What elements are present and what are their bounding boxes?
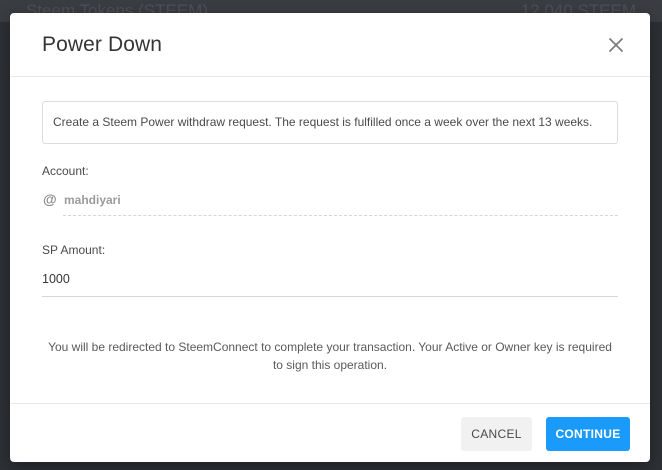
modal-footer: CANCEL CONTINUE bbox=[10, 403, 650, 462]
account-field: mahdiyari bbox=[63, 185, 618, 216]
account-value: mahdiyari bbox=[64, 193, 121, 207]
info-text: Create a Steem Power withdraw request. T… bbox=[53, 115, 593, 129]
power-down-modal: Power Down Create a Steem Power withdraw… bbox=[10, 13, 650, 462]
sp-amount-input[interactable]: 1000 bbox=[42, 266, 618, 297]
close-icon[interactable] bbox=[607, 36, 625, 54]
cancel-button[interactable]: CANCEL bbox=[461, 417, 532, 451]
sp-amount-label: SP Amount: bbox=[42, 243, 106, 257]
continue-button[interactable]: CONTINUE bbox=[546, 417, 630, 451]
info-box: Create a Steem Power withdraw request. T… bbox=[42, 101, 618, 144]
at-icon: @ bbox=[43, 191, 57, 207]
redirect-notice: You will be redirected to SteemConnect t… bbox=[48, 340, 612, 372]
account-label: Account: bbox=[42, 164, 89, 178]
sp-amount-value: 1000 bbox=[42, 272, 70, 286]
modal-title: Power Down bbox=[42, 33, 163, 56]
modal-header: Power Down bbox=[10, 13, 650, 77]
